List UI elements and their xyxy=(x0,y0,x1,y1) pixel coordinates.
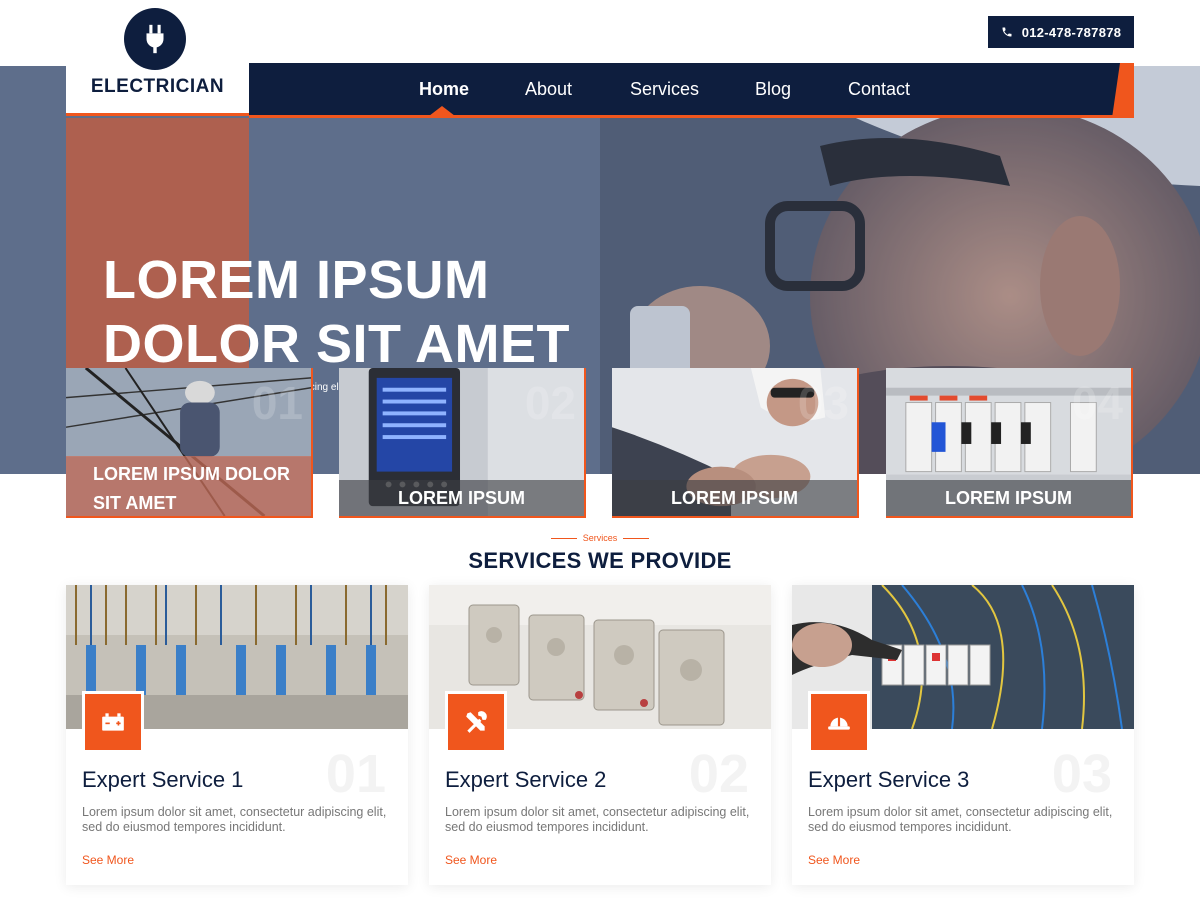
feature-number: 04 xyxy=(1071,377,1123,429)
feature-card-4[interactable]: 04 LOREM IPSUM xyxy=(886,368,1133,518)
services-eyebrow-text: Services xyxy=(582,533,618,543)
service-icon-box xyxy=(82,691,144,753)
eyebrow-line-left xyxy=(550,538,577,540)
feature-caption: LOREM IPSUM xyxy=(886,480,1131,516)
feature-caption: LOREM IPSUM xyxy=(612,480,857,516)
nav-item-contact[interactable]: Contact xyxy=(848,63,910,115)
feature-card-3[interactable]: 03 LOREM IPSUM xyxy=(612,368,859,518)
nav-item-blog[interactable]: Blog xyxy=(755,63,791,115)
nav-slant xyxy=(1108,63,1134,118)
service-number: 02 xyxy=(688,744,749,804)
service-name: Expert Service 1 xyxy=(82,767,244,792)
tools-icon xyxy=(466,711,487,733)
service-description: Lorem ipsum dolor sit amet, consectetur … xyxy=(808,805,1113,834)
services-title: SERVICES WE PROVIDE xyxy=(468,548,732,573)
feature-card-2[interactable]: 02 LOREM IPSUM xyxy=(339,368,586,518)
phone-number: 012-478-787878 xyxy=(1021,24,1122,40)
service-card-3[interactable]: 03 Expert Service 3 Lorem ipsum dolor si… xyxy=(792,585,1134,885)
service-description: Lorem ipsum dolor sit amet, consectetur … xyxy=(445,805,750,834)
hardhat-icon xyxy=(828,715,850,730)
feature-number: 02 xyxy=(524,377,576,429)
nav-item-services[interactable]: Services xyxy=(630,63,699,115)
hero-title-line-1: LOREM IPSUM xyxy=(103,250,490,310)
eyebrow-line-right xyxy=(623,538,650,540)
service-icon-box xyxy=(808,691,870,753)
nav-underline xyxy=(249,115,1134,118)
feature-number: 03 xyxy=(797,377,849,429)
hero-title-line-2: DOLOR SIT AMET xyxy=(103,314,570,374)
hero-title: LOREM IPSUM DOLOR SIT AMET xyxy=(103,248,570,376)
see-more-link[interactable]: See More xyxy=(445,853,497,867)
phone-button[interactable]: 012-478-787878 xyxy=(988,16,1134,48)
phone-icon xyxy=(1002,27,1012,37)
service-name: Expert Service 2 xyxy=(445,767,607,792)
feature-card-1[interactable]: 01 LOREM IPSUM DOLOR SIT AMET xyxy=(66,368,313,518)
nav-active-caret xyxy=(429,106,455,116)
see-more-link[interactable]: See More xyxy=(82,853,134,867)
service-number: 01 xyxy=(325,744,386,804)
battery-icon xyxy=(102,713,124,731)
service-description: Lorem ipsum dolor sit amet, consectetur … xyxy=(82,805,387,834)
service-card-1[interactable]: 01 Expert Service 1 Lorem ipsum dolor si… xyxy=(66,585,408,885)
feature-caption: LOREM IPSUM DOLOR SIT AMET xyxy=(66,456,311,516)
services-eyebrow: Services xyxy=(0,533,1200,543)
feature-caption: LOREM IPSUM xyxy=(339,480,584,516)
service-number: 03 xyxy=(1051,744,1112,804)
plug-icon xyxy=(146,24,164,54)
service-icon-box xyxy=(445,691,507,753)
service-name: Expert Service 3 xyxy=(808,767,970,792)
service-card-2[interactable]: 02 Expert Service 2 Lorem ipsum dolor si… xyxy=(429,585,771,885)
see-more-link[interactable]: See More xyxy=(808,853,860,867)
feature-number: 01 xyxy=(251,377,303,429)
nav-item-about[interactable]: About xyxy=(525,63,572,115)
brand-name: ELECTRICIAN xyxy=(90,76,225,97)
logo[interactable]: ELECTRICIAN xyxy=(66,0,249,116)
logo-badge xyxy=(124,8,186,70)
